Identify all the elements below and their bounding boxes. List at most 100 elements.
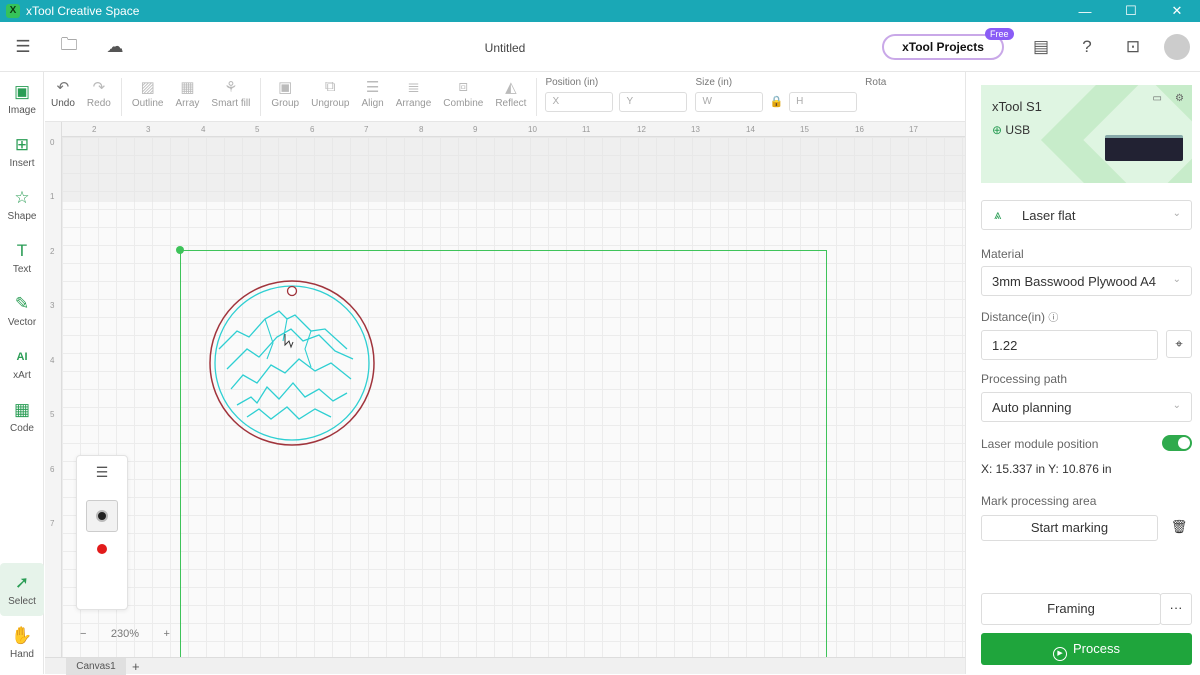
camera-button[interactable] [86,500,118,532]
zoom-level: 230% [110,628,140,640]
material-select[interactable]: 3mm Basswood Plywood A4 ⌄ [981,266,1192,296]
module-coordinates: X: 15.337 in Y: 10.876 in [981,462,1112,476]
mountain-ornament-design[interactable] [207,279,377,449]
camera-panel: ☰ [76,455,128,610]
module-position-toggle[interactable] [1162,435,1192,451]
text-icon: T [16,240,28,260]
image-icon: ▣ [13,81,31,101]
app-logo: X [6,4,20,18]
connection-status: ⊕ USB [992,123,1031,137]
hand-tool[interactable]: ✋ Hand [0,616,44,669]
divider [536,78,538,116]
canvas-tabs: Canvas1 + [45,657,965,675]
start-marking-button[interactable]: Start marking [981,515,1158,541]
ungroup-icon: ⧉ [324,78,336,95]
measure-distance-button[interactable]: ⌖ [1166,330,1192,358]
panel-menu-icon[interactable]: ☰ [77,456,127,488]
camera-icon [96,510,108,522]
tab-canvas1[interactable]: Canvas1 [66,658,126,675]
redo-button[interactable]: ↷ Redo [81,72,117,109]
vector-icon: ✎ [14,293,30,313]
framing-button[interactable]: Framing [981,593,1161,625]
array-icon: ▦ [180,79,195,96]
position-label: Position (in) [545,77,599,88]
distance-input[interactable]: 1.22 [981,330,1158,360]
maximize-button[interactable]: ☐ [1108,3,1154,19]
top-ruler: 2 3 4 5 6 7 8 9 10 11 12 13 14 15 16 17 [62,122,965,137]
align-button[interactable]: ☰ Align [355,72,389,109]
record-icon[interactable] [97,544,107,554]
more-options-button[interactable]: ··· [1160,593,1192,625]
outline-button[interactable]: ▨ Outline [126,72,170,109]
rotate-group: Rota [861,72,890,88]
mark-area-label: Mark processing area [981,494,1097,508]
device-panel: xTool S1 ⊕ USB ▭ ⚙ ⩓ Laser flat ⌄ Materia… [965,72,1200,674]
chevron-down-icon: ⌄ [1172,274,1181,285]
info-icon[interactable]: ⓘ [1048,313,1058,324]
free-badge: Free [985,28,1014,40]
smart-fill-button[interactable]: ⚘ Smart fill [205,72,256,109]
group-button[interactable]: ▣ Group [265,72,305,109]
select-icon: ➚ [14,572,30,592]
combine-icon: ⧈ [458,78,469,95]
processing-path-select[interactable]: Auto planning ⌄ [981,392,1192,422]
device-image [1105,135,1183,161]
distance-label: Distance(in) ⓘ [981,310,1059,324]
tasks-icon[interactable]: ▤ [1018,22,1064,72]
undo-icon: ↶ [56,79,70,96]
code-tool[interactable]: ▦ Code [0,390,44,443]
size-group: Size (in) W 🔒 H [691,72,861,112]
zoom-out-button[interactable]: − [80,628,86,640]
image-tool[interactable]: ▣ Image [0,72,44,125]
combine-button[interactable]: ⧈ Combine [437,72,489,109]
help-icon[interactable]: ? [1064,22,1110,72]
position-group: Position (in) X Y [541,72,691,112]
minimize-button[interactable]: — [1062,4,1108,19]
lock-icon[interactable]: 🔒 [769,92,783,112]
insert-tool[interactable]: ⊞ Insert [0,125,44,178]
arrange-button[interactable]: ≣ Arrange [390,72,438,109]
trash-icon: 🗑 [1170,519,1188,534]
reflect-button[interactable]: ◭ Reflect [489,72,532,109]
shop-icon[interactable]: ⊡ [1110,22,1156,72]
design-canvas[interactable] [62,137,965,657]
delete-marking-button[interactable]: 🗑 [1166,515,1192,541]
position-x-input[interactable]: X [545,92,614,112]
mode-select[interactable]: ⩓ Laser flat ⌄ [981,200,1192,230]
undo-button[interactable]: ↶ Undo [45,72,81,109]
top-bar: ☰ 🗀 ☁ Untitled xTool Projects Free ▤ ? ⊡ [0,22,1200,72]
zoom-in-button[interactable]: + [164,628,170,640]
laser-flat-icon: ⩓ [994,207,1002,222]
insert-icon: ⊞ [14,134,30,154]
device-edit-icon[interactable]: ▭ [1153,93,1162,104]
material-label: Material [981,247,1024,261]
reflect-icon: ◭ [505,79,517,96]
ungroup-button[interactable]: ⧉ Ungroup [305,72,355,109]
xart-tool[interactable]: AI xArt [0,337,44,390]
group-icon: ▣ [278,79,293,96]
chevron-down-icon: ⌄ [1172,208,1181,219]
shape-tool[interactable]: ☆ Shape [0,178,44,231]
hand-icon: ✋ [11,625,33,645]
rotate-label: Rota [865,77,887,88]
device-card[interactable]: xTool S1 ⊕ USB ▭ ⚙ [981,85,1192,183]
select-tool[interactable]: ➚ Select [0,563,44,616]
window-titlebar: X xTool Creative Space — ☐ ✕ [0,0,1200,22]
text-tool[interactable]: T Text [0,231,44,284]
avatar[interactable] [1164,34,1190,60]
array-button[interactable]: ▦ Array [170,72,206,109]
size-h-input[interactable]: H [789,92,858,112]
add-canvas-button[interactable]: + [132,658,140,675]
module-position-label: Laser module position [981,437,1099,451]
process-button[interactable]: ▶ Process [981,633,1192,665]
size-w-input[interactable]: W [695,92,764,112]
size-label: Size (in) [695,77,733,88]
close-button[interactable]: ✕ [1154,3,1200,19]
device-settings-icon[interactable]: ⚙ [1175,93,1184,104]
redo-icon: ↷ [92,79,106,96]
left-ruler: 0 1 2 3 4 5 6 7 [45,122,62,674]
device-name: xTool S1 [992,99,1042,114]
position-y-input[interactable]: Y [619,92,688,112]
vector-tool[interactable]: ✎ Vector [0,284,44,337]
window-title: xTool Creative Space [26,4,140,18]
